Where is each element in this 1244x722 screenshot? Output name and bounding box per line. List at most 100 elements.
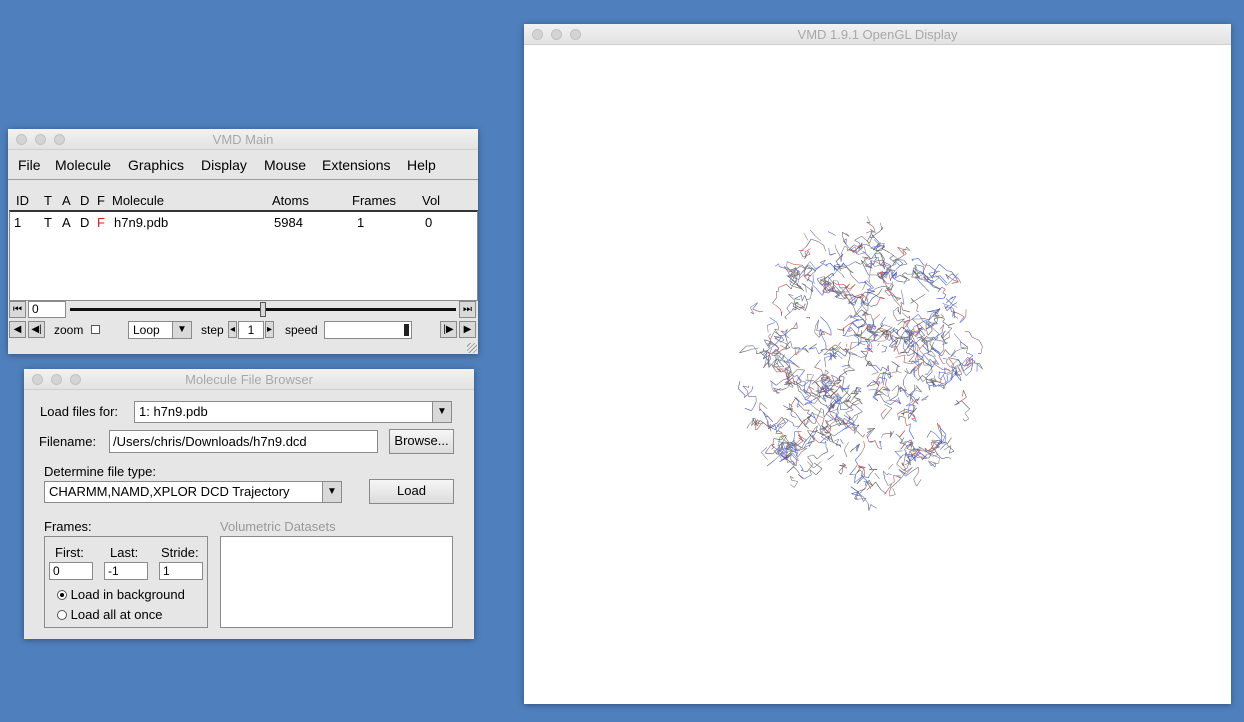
- bond-line: [815, 235, 821, 242]
- menu-mouse[interactable]: Mouse: [264, 157, 306, 173]
- bond-line: [818, 241, 825, 247]
- cell-molecule-name[interactable]: h7n9.pdb: [114, 215, 168, 230]
- bond-line: [804, 447, 807, 450]
- bond-line: [798, 347, 800, 352]
- play-reverse-icon[interactable]: ◀: [9, 321, 26, 338]
- bond-line: [888, 473, 892, 476]
- bond-line: [816, 323, 819, 331]
- bond-line: [964, 413, 970, 419]
- menu-display[interactable]: Display: [201, 157, 247, 173]
- bond-line: [797, 404, 801, 408]
- filetype-label: Determine file type:: [44, 464, 156, 479]
- bond-line: [902, 309, 910, 313]
- bond-line: [906, 439, 912, 443]
- bond-line: [871, 347, 873, 350]
- load-all-radio[interactable]: Load all at once: [57, 607, 162, 622]
- bond-line: [852, 322, 859, 329]
- cell-active[interactable]: A: [62, 215, 71, 230]
- load-for-select[interactable]: 1: h7n9.pdb ▼: [134, 401, 452, 423]
- cell-drawn[interactable]: D: [80, 215, 89, 230]
- frame-slider-handle[interactable]: [260, 302, 266, 317]
- bond-line: [945, 298, 954, 306]
- filename-field[interactable]: /Users/chris/Downloads/h7n9.dcd: [109, 430, 378, 453]
- bond-line: [913, 479, 917, 487]
- main-titlebar[interactable]: VMD Main: [8, 129, 478, 150]
- molecule-render[interactable]: [524, 45, 1231, 704]
- step-decrement-icon[interactable]: ◂: [228, 321, 237, 338]
- bond-line: [804, 381, 806, 389]
- bond-line: [829, 440, 833, 443]
- bond-line: [812, 276, 815, 285]
- bond-line: [772, 296, 778, 304]
- bond-line: [860, 446, 865, 454]
- speed-slider-handle[interactable]: [404, 324, 409, 336]
- col-frames: Frames: [352, 193, 397, 208]
- bond-line: [880, 414, 884, 420]
- menu-extensions[interactable]: Extensions: [322, 157, 390, 173]
- bond-line: [946, 437, 952, 445]
- bond-line: [818, 350, 823, 355]
- molecule-list[interactable]: 1 T A D F h7n9.pdb 5984 1 0: [9, 210, 478, 301]
- bond-line: [820, 408, 824, 411]
- bond-line: [788, 272, 790, 276]
- menu-molecule[interactable]: Molecule: [55, 157, 111, 173]
- load-button[interactable]: Load: [369, 479, 454, 504]
- bond-line: [881, 345, 887, 348]
- speed-slider[interactable]: [324, 321, 412, 339]
- bond-line: [871, 504, 877, 509]
- filetype-select[interactable]: CHARMM,NAMD,XPLOR DCD Trajectory ▼: [44, 481, 342, 503]
- bond-line: [815, 287, 823, 296]
- bond-line: [878, 288, 883, 295]
- load-for-label: Load files for:: [40, 404, 119, 419]
- bond-line: [797, 431, 802, 439]
- bond-line: [833, 430, 842, 437]
- bond-line: [886, 327, 893, 331]
- bond-line: [831, 423, 839, 427]
- resize-grip[interactable]: [467, 343, 477, 353]
- load-background-radio[interactable]: Load in background: [57, 587, 185, 602]
- bond-line: [746, 424, 750, 429]
- radio-unselected-icon[interactable]: [57, 610, 67, 620]
- radio-selected-icon[interactable]: [57, 590, 67, 600]
- goto-end-icon[interactable]: ⏭: [459, 301, 476, 318]
- stride-field[interactable]: 1: [159, 562, 203, 580]
- menu-graphics[interactable]: Graphics: [128, 157, 184, 173]
- bond-line: [893, 475, 895, 483]
- step-forward-icon[interactable]: |▶: [440, 321, 457, 338]
- bond-line: [922, 378, 927, 383]
- bond-line: [916, 304, 919, 311]
- step-field[interactable]: 1: [238, 321, 264, 339]
- bond-line: [882, 366, 889, 372]
- display-titlebar[interactable]: VMD 1.9.1 OpenGL Display: [524, 24, 1231, 45]
- cell-top[interactable]: T: [44, 215, 52, 230]
- play-forward-icon[interactable]: ▶: [459, 321, 476, 338]
- bond-line: [860, 337, 868, 340]
- zoom-checkbox[interactable]: [91, 325, 100, 334]
- step-increment-icon[interactable]: ▸: [265, 321, 274, 338]
- bond-line: [952, 302, 958, 306]
- bond-line: [962, 390, 964, 397]
- menu-help[interactable]: Help: [407, 157, 436, 173]
- bond-line: [801, 470, 808, 473]
- bond-line: [869, 341, 871, 347]
- bond-line: [902, 274, 910, 281]
- bond-line: [896, 456, 901, 465]
- volumetric-datasets-list[interactable]: [220, 536, 453, 628]
- bond-line: [901, 411, 909, 414]
- menu-file[interactable]: File: [18, 157, 41, 173]
- goto-start-icon[interactable]: ⏮: [9, 301, 26, 318]
- bond-line: [862, 496, 869, 504]
- step-back-icon[interactable]: ◀|: [28, 321, 45, 338]
- bond-line: [926, 430, 932, 438]
- cell-fixed[interactable]: F: [97, 215, 105, 230]
- browse-button[interactable]: Browse...: [389, 429, 454, 454]
- loop-mode-select[interactable]: Loop ▼: [128, 321, 192, 339]
- bond-line: [913, 476, 916, 480]
- bond-line: [774, 331, 782, 338]
- browser-titlebar[interactable]: Molecule File Browser: [24, 369, 474, 390]
- first-frame-field[interactable]: 0: [49, 562, 93, 580]
- frame-field[interactable]: 0: [28, 301, 66, 318]
- last-frame-field[interactable]: -1: [104, 562, 148, 580]
- filename-label: Filename:: [39, 434, 97, 449]
- bond-line: [931, 351, 936, 357]
